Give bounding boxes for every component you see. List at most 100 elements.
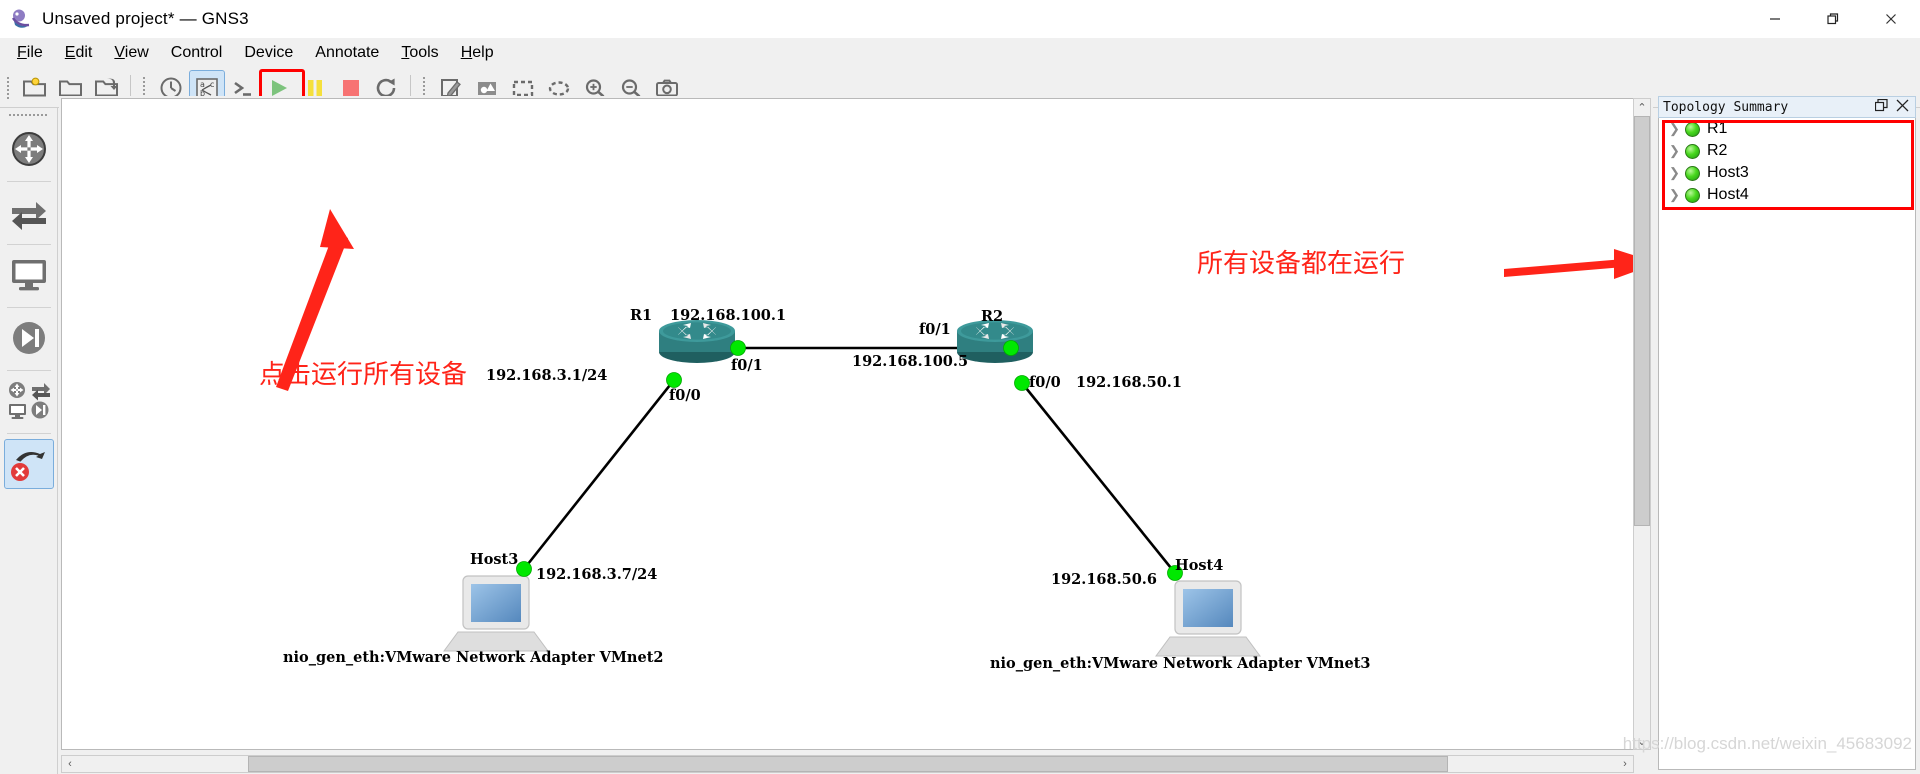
port-dot-host3 [516,561,532,577]
float-dock-icon[interactable] [1874,98,1888,116]
device-toolbar-separator-4 [6,370,51,371]
ip-label-host3: 192.168.3.7/24 [536,566,658,583]
port-dot-r2-f00 [1014,375,1030,391]
topology-summary-title: Topology Summary [1663,99,1789,115]
maximize-button[interactable] [1804,0,1862,38]
node-host4 [1155,580,1261,657]
device-toolbar-separator-1 [6,181,51,182]
window-controls [1746,0,1920,38]
topology-node-host3[interactable]: ❯ Host3 [1659,162,1915,184]
ip-label-r1: 192.168.100.1 [670,307,787,324]
all-devices-grid-icon [8,382,50,419]
interface-label-r1-f00: f0/0 [669,387,701,404]
new-project-button[interactable] [18,71,52,105]
node-label-r1: R1 [630,307,653,324]
ip-label-host4: 192.168.50.6 [1051,571,1157,588]
chevron-right-icon[interactable]: ❯ [1669,187,1685,203]
menu-file-label: F [17,44,27,61]
browse-all-devices-button[interactable] [5,314,53,362]
all-devices-icon [12,322,45,354]
node-label-host4: Host4 [1175,557,1224,574]
status-led-running [1685,165,1700,181]
topology-node-label: Host4 [1707,186,1749,203]
menu-bar: File Edit View Control Device Annotate T… [0,38,1920,68]
annotation-click-start-all: 点击运行所有设备 [259,360,468,390]
menu-tools[interactable]: Tools [390,41,449,65]
device-toolbar [0,108,58,774]
link-r1-host3 [522,379,676,570]
scroll-right-arrow-icon[interactable]: › [1617,756,1633,772]
caption-host4: nio_gen_eth:VMware Network Adapter VMnet… [990,655,1371,672]
topology-node-r1[interactable]: ❯ R1 [1659,118,1915,140]
toolbar-grip-1[interactable] [4,74,13,101]
topology-node-label: Host3 [1707,164,1749,181]
menu-annotate[interactable]: Annotate [304,41,390,65]
annotation-all-devices-running: 所有设备都在运行 [1197,249,1406,279]
browse-device-groups-button[interactable] [5,377,53,425]
menu-file[interactable]: File [6,41,54,65]
port-dot-r1-f00 [666,372,682,388]
status-led-running [1685,121,1700,137]
horizontal-scroll-thumb[interactable] [248,756,1448,772]
chevron-right-icon[interactable]: ❯ [1669,165,1685,181]
topology-summary-title-bar: Topology Summary [1658,96,1916,118]
svg-text:a: a [200,80,205,89]
menu-view[interactable]: View [103,41,159,65]
browse-routers-button[interactable] [5,125,53,173]
monitor-icon [11,260,46,291]
port-dot-r1-f01 [730,340,746,356]
watermark-text: https://blog.csdn.net/weixin_45683092 [1622,734,1912,753]
ip-label-r2-f00: 192.168.50.1 [1076,374,1182,391]
device-toolbar-separator-2 [6,244,51,245]
topology-node-r2[interactable]: ❯ R2 [1659,140,1915,162]
node-label-host3: Host3 [470,551,519,568]
topology-node-host4[interactable]: ❯ Host4 [1659,184,1915,206]
browse-switches-button[interactable] [5,188,53,236]
scroll-up-arrow-icon[interactable]: ⌃ [1634,99,1650,115]
topology-node-label: R1 [1707,120,1728,137]
chevron-right-icon[interactable]: ❯ [1669,121,1685,137]
router-icon [11,132,46,166]
topology-node-label: R2 [1707,142,1728,159]
folder-new-icon [23,77,46,96]
node-r1 [659,320,735,363]
menu-control[interactable]: Control [160,41,234,65]
node-host3 [443,575,549,652]
menu-device[interactable]: Device [233,41,304,65]
caption-host3: nio_gen_eth:VMware Network Adapter VMnet… [283,649,664,666]
window-title: Unsaved project* — GNS3 [42,9,249,28]
menu-edit-label: E [64,44,76,61]
close-icon[interactable] [1896,99,1909,116]
interface-label-r2-f01: f0/1 [919,321,951,338]
interface-label-r1-f01: f0/1 [731,357,763,374]
ip-label-link-r1-r2: 192.168.100.5 [852,353,969,370]
ip-label-r1-f00: 192.168.3.1/24 [486,367,608,384]
vertical-scroll-thumb[interactable] [1634,116,1650,526]
gns3-logo-icon [10,8,32,30]
status-led-running [1685,143,1700,159]
scroll-left-arrow-icon[interactable]: ‹ [62,756,78,772]
node-r2 [957,320,1033,363]
topology-canvas-area: R1 192.168.100.1 R2 f0/1 f0/0 f0/1 f0/0 … [59,96,1653,774]
link-cable-icon [10,452,45,481]
canvas-horizontal-scrollbar[interactable]: ‹ › [61,755,1634,773]
canvas-vertical-scrollbar[interactable]: ⌃ ⌄ [1633,98,1651,750]
chevron-right-icon[interactable]: ❯ [1669,143,1685,159]
minimize-button[interactable] [1746,0,1804,38]
topology-canvas[interactable]: R1 192.168.100.1 R2 f0/1 f0/0 f0/1 f0/0 … [61,98,1634,750]
device-toolbar-grip[interactable] [8,111,49,119]
menu-edit[interactable]: Edit [54,41,104,65]
interface-label-r2-f00: f0/0 [1029,374,1061,391]
menu-help[interactable]: Help [450,41,505,65]
port-dot-r2-f01 [1003,340,1019,356]
close-button[interactable] [1862,0,1920,38]
device-toolbar-separator-3 [6,307,51,308]
menu-tools-label: T [401,44,410,61]
switch-arrows-icon [11,202,46,230]
gns3-window: Unsaved project* — GNS3 File Edit View C… [0,0,1920,774]
topology-summary-tree[interactable]: ❯ R1 ❯ R2 ❯ Host3 ❯ Host4 [1658,118,1916,770]
node-label-r2: R2 [981,308,1004,325]
device-toolbar-separator-5 [6,433,51,434]
add-link-button[interactable] [3,439,54,489]
browse-end-devices-button[interactable] [5,251,53,299]
